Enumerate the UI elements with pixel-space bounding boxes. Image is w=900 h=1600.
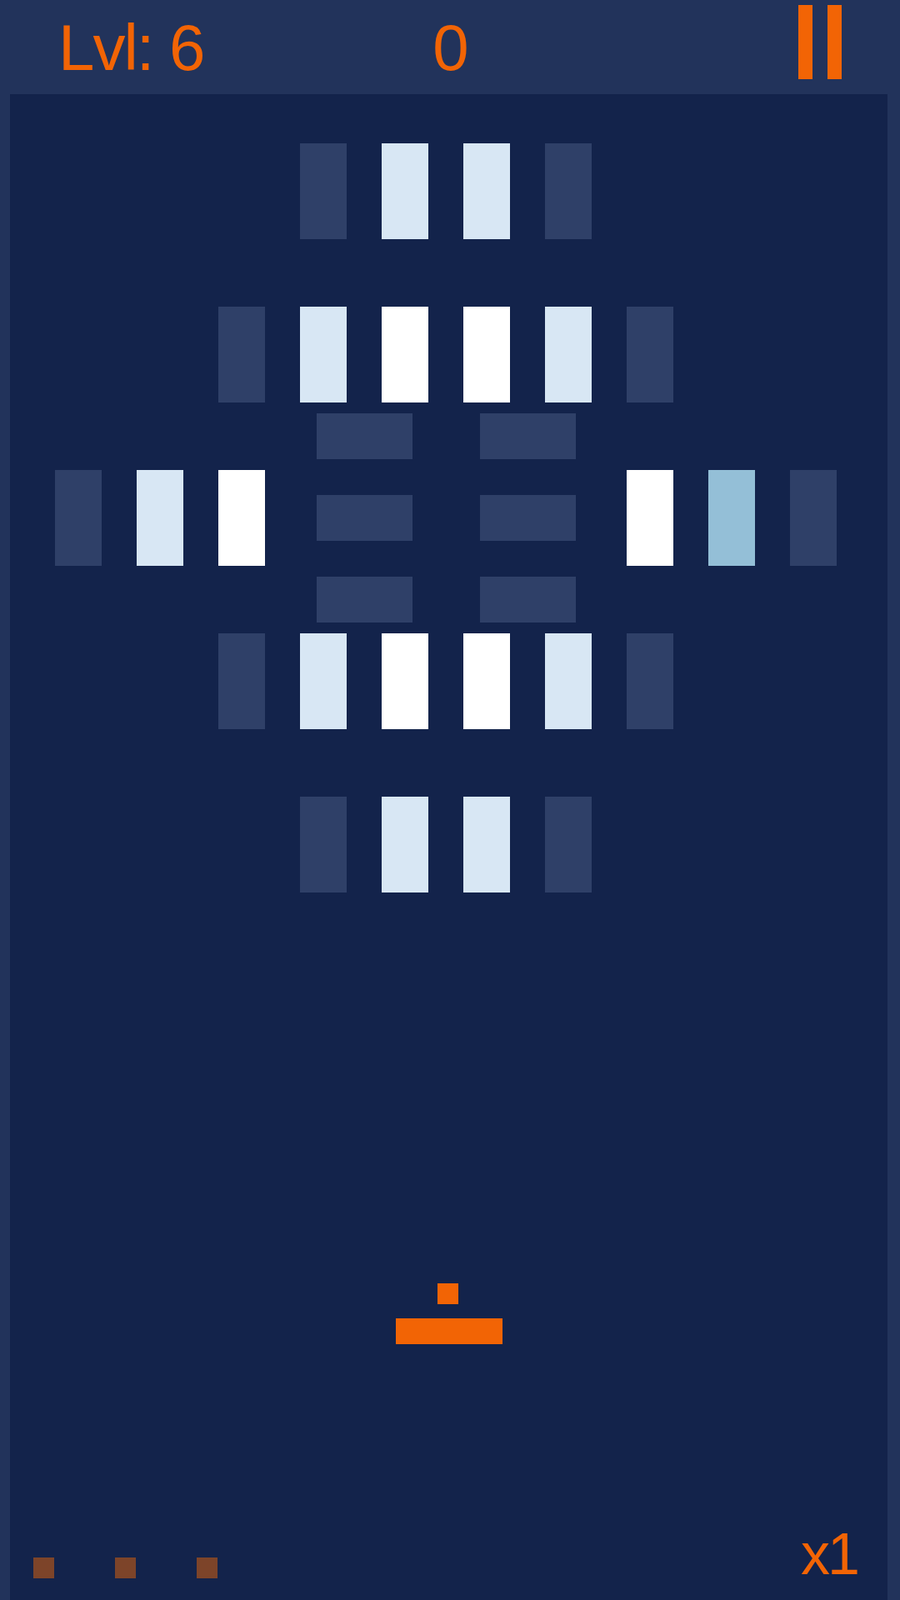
brick (381, 143, 429, 240)
pause-icon[interactable] (798, 5, 842, 80)
brick (463, 796, 510, 893)
brick (626, 306, 674, 403)
brick (300, 796, 347, 893)
brick (463, 633, 510, 730)
brick (626, 633, 674, 730)
brick (480, 576, 576, 623)
play-field[interactable]: x1 (10, 94, 888, 1600)
top-bar: Lvl: 6 0 (0, 0, 900, 95)
life-marker (115, 1557, 136, 1579)
brick (316, 413, 413, 460)
brick (316, 576, 413, 623)
brick (381, 796, 429, 893)
brick (55, 470, 102, 566)
brick (480, 495, 576, 541)
brick (463, 143, 510, 240)
brick (708, 470, 755, 566)
brick (218, 633, 265, 730)
life-marker (33, 1557, 55, 1579)
brick (218, 306, 265, 403)
brick (300, 143, 347, 240)
paddle[interactable] (395, 1318, 503, 1345)
brick (218, 470, 265, 566)
brick (463, 306, 510, 403)
brick (545, 796, 592, 893)
life-marker (196, 1557, 218, 1579)
brick (790, 470, 837, 566)
brick (300, 633, 347, 730)
ball (437, 1283, 459, 1305)
brick (480, 413, 576, 460)
brick (545, 633, 592, 730)
brick-board (10, 94, 888, 926)
multiplier-label: x1 (800, 1525, 858, 1584)
brick (381, 306, 429, 403)
brick (545, 306, 592, 403)
brick (626, 470, 674, 566)
brick (300, 306, 347, 403)
brick (316, 495, 413, 541)
level-label: Lvl: 6 (58, 15, 325, 80)
brick (545, 143, 592, 240)
lives (33, 1557, 218, 1584)
brick (136, 470, 184, 566)
score-label: 0 (432, 15, 467, 80)
brick (381, 633, 429, 730)
